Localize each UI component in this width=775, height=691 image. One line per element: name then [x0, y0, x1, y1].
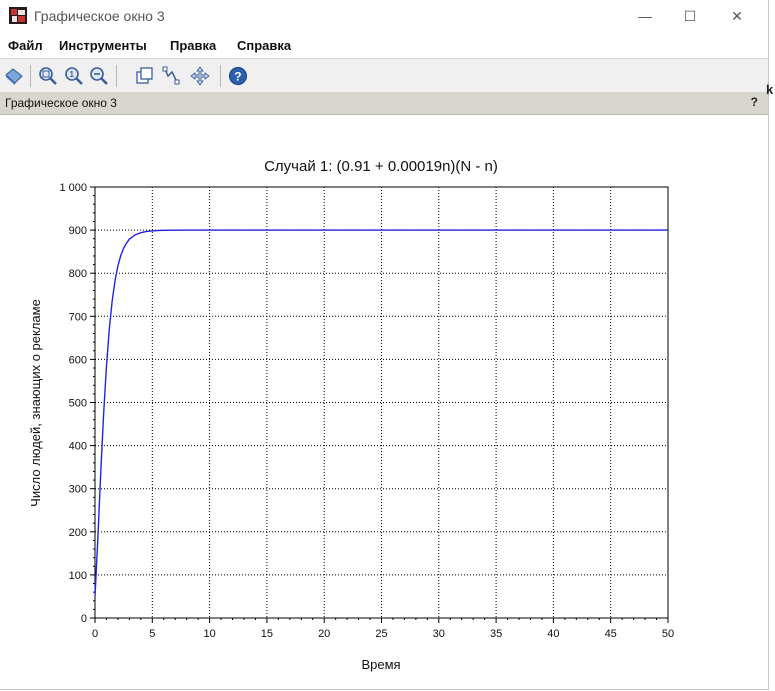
zoom-in-icon[interactable]	[38, 66, 58, 86]
y-axis-label: Число людей, знающих о рекламе	[28, 299, 43, 507]
window-title: Графическое окно 3	[34, 8, 165, 24]
toolbar-separator	[220, 65, 221, 87]
menu-file[interactable]: Файл	[8, 38, 43, 53]
y-tick-label: 1 000	[59, 182, 87, 194]
minimize-icon: —	[638, 8, 652, 24]
x-tick-label: 30	[433, 628, 445, 640]
y-tick-label: 700	[69, 311, 87, 323]
x-tick-label: 40	[547, 628, 559, 640]
svg-text:?: ?	[234, 70, 241, 84]
grid-lines	[95, 187, 668, 618]
y-tick-label: 200	[69, 527, 87, 539]
x-tick-label: 15	[261, 628, 273, 640]
x-tick-label: 5	[149, 628, 155, 640]
maximize-button[interactable]: ☐	[667, 0, 713, 32]
minimize-button[interactable]: —	[622, 0, 668, 32]
pan-icon[interactable]	[190, 66, 210, 86]
background-text-fragment: k	[766, 82, 774, 97]
panel-help-button[interactable]: ?	[751, 95, 758, 109]
toolbar-separator	[116, 65, 117, 87]
axis-ticks: 0 5 10 15 20 25 30 35 40 45 5001002003004005006007…	[59, 182, 674, 640]
title-bar[interactable]: Графическое окно 3 — ☐ ✕	[0, 0, 768, 33]
help-icon[interactable]: ?	[228, 66, 248, 86]
chart-title: Случай 1: (0.91 + 0.00019n)(N - n)	[264, 158, 498, 175]
y-tick-label: 300	[69, 484, 87, 496]
maximize-icon: ☐	[683, 7, 697, 24]
menu-edit[interactable]: Правка	[170, 38, 216, 53]
plot-canvas[interactable]: Случай 1: (0.91 + 0.00019n)(N - n) 0 5 10 1…	[0, 115, 768, 689]
x-tick-label: 0	[92, 628, 98, 640]
y-tick-label: 600	[69, 354, 87, 366]
x-tick-label: 45	[605, 628, 617, 640]
x-tick-label: 25	[375, 628, 387, 640]
panel-header: Графическое окно 3 ?	[0, 92, 768, 115]
y-tick-label: 0	[81, 613, 87, 625]
rotate-icon[interactable]	[4, 66, 24, 86]
menu-tools[interactable]: Инструменты	[59, 38, 147, 53]
x-tick-label: 35	[490, 628, 502, 640]
close-button[interactable]: ✕	[714, 0, 760, 32]
toolbar-separator	[30, 65, 31, 87]
y-tick-label: 100	[69, 570, 87, 582]
panel-title: Графическое окно 3	[5, 96, 117, 110]
x-tick-label: 50	[662, 628, 674, 640]
graphics-window: Графическое окно 3 — ☐ ✕ Файл Инструмент…	[0, 0, 769, 690]
svg-text:1: 1	[70, 70, 75, 79]
menu-help[interactable]: Справка	[237, 38, 291, 53]
y-tick-label: 800	[69, 268, 87, 280]
x-tick-label: 10	[203, 628, 215, 640]
zoom-out-icon[interactable]	[89, 66, 109, 86]
edit-curve-icon[interactable]	[162, 66, 182, 86]
scilab-app-icon	[9, 7, 27, 24]
x-tick-label: 20	[318, 628, 330, 640]
y-tick-label: 400	[69, 441, 87, 453]
datatip-icon[interactable]	[135, 66, 155, 86]
zoom-reset-icon[interactable]: 1	[64, 66, 84, 86]
y-tick-label: 500	[69, 398, 87, 410]
y-tick-label: 900	[69, 225, 87, 237]
toolbar: 1 ?	[0, 58, 768, 92]
menu-bar: Файл Инструменты Правка Справка	[0, 34, 768, 57]
x-axis-label: Время	[361, 657, 400, 672]
close-icon: ✕	[731, 7, 743, 24]
